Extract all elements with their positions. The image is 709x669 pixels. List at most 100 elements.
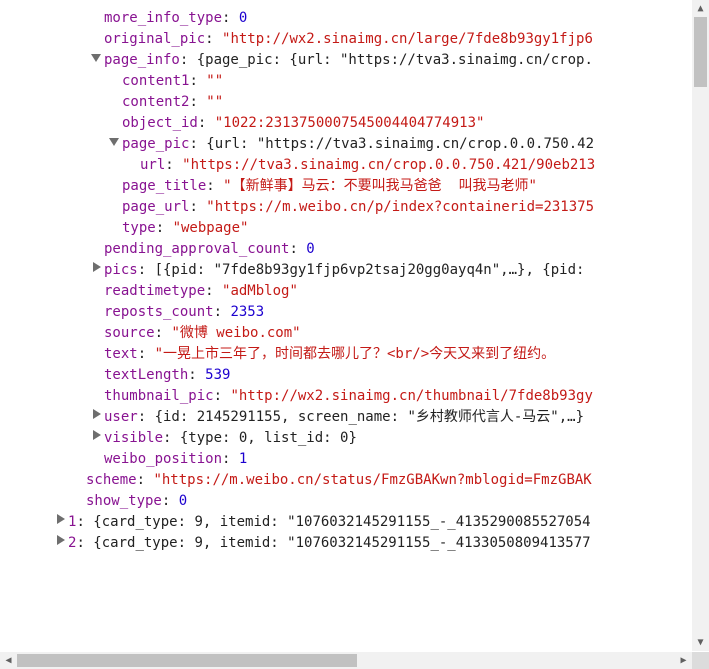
json-value: 0	[306, 241, 314, 257]
json-key: page_info	[104, 52, 180, 68]
colon: :	[137, 472, 154, 488]
colon: :	[214, 388, 231, 404]
json-value: [{pid: "7fde8b93gy1fjp6vp2tsaj20gg0ayq4n…	[155, 262, 585, 278]
json-row[interactable]: pics: [{pid: "7fde8b93gy1fjp6vp2tsaj20gg…	[0, 260, 692, 281]
colon: :	[214, 304, 231, 320]
scroll-right-icon[interactable]: ▶	[675, 652, 692, 669]
json-value: "【新鲜事】马云：不要叫我马爸爸 叫我马老师"	[223, 178, 537, 194]
json-value: {id: 2145291155, screen_name: "乡村教师代言人-马…	[155, 409, 584, 425]
colon: :	[189, 73, 206, 89]
json-key: readtimetype	[104, 283, 205, 299]
json-key: source	[104, 325, 155, 341]
colon: :	[163, 430, 180, 446]
json-row: url: "https://tva3.sinaimg.cn/crop.0.0.7…	[0, 155, 692, 176]
json-row: weibo_position: 1	[0, 449, 692, 470]
json-value: ""	[206, 73, 223, 89]
json-key: pics	[104, 262, 138, 278]
json-value: "微博 weibo.com"	[171, 325, 300, 341]
json-row[interactable]: 2: {card_type: 9, itemid: "1076032145291…	[0, 533, 692, 554]
json-value: 1	[239, 451, 247, 467]
horizontal-scroll-thumb[interactable]	[17, 654, 357, 667]
scroll-down-icon[interactable]: ▼	[692, 634, 709, 651]
colon: :	[205, 283, 222, 299]
json-key: reposts_count	[104, 304, 214, 320]
scroll-left-icon[interactable]: ◀	[0, 652, 17, 669]
json-value: {page_pic: {url: "https://tva3.sinaimg.c…	[197, 52, 593, 68]
disclosure-closed-icon[interactable]	[54, 536, 66, 548]
disclosure-open-icon[interactable]	[90, 53, 102, 65]
colon: :	[165, 157, 182, 173]
colon: :	[162, 493, 179, 509]
json-value: {card_type: 9, itemid: "1076032145291155…	[93, 514, 590, 530]
disclosure-closed-icon[interactable]	[90, 410, 102, 422]
json-value: {url: "https://tva3.sinaimg.cn/crop.0.0.…	[206, 136, 594, 152]
json-key: thumbnail_pic	[104, 388, 214, 404]
disclosure-closed-icon[interactable]	[90, 263, 102, 275]
scroll-up-icon[interactable]: ▲	[692, 0, 709, 17]
json-value: "webpage"	[173, 220, 249, 236]
json-row: page_url: "https://m.weibo.cn/p/index?co…	[0, 197, 692, 218]
json-row: page_title: "【新鲜事】马云：不要叫我马爸爸 叫我马老师"	[0, 176, 692, 197]
json-key: page_pic	[122, 136, 189, 152]
json-key: url	[140, 157, 165, 173]
json-row: type: "webpage"	[0, 218, 692, 239]
colon: :	[155, 325, 172, 341]
colon: :	[222, 451, 239, 467]
scroll-corner	[692, 652, 709, 669]
json-row[interactable]: user: {id: 2145291155, screen_name: "乡村教…	[0, 407, 692, 428]
colon: :	[189, 94, 206, 110]
json-row: content1: ""	[0, 71, 692, 92]
json-value: 2353	[230, 304, 264, 320]
json-value: 0	[239, 10, 247, 26]
disclosure-closed-icon[interactable]	[90, 431, 102, 443]
json-row: thumbnail_pic: "http://wx2.sinaimg.cn/th…	[0, 386, 692, 407]
json-value: "一晃上市三年了，时间都去哪儿了？<br/>今天又来到了纽约。	[155, 346, 556, 362]
json-row[interactable]: 1: {card_type: 9, itemid: "1076032145291…	[0, 512, 692, 533]
json-key: content2	[122, 94, 189, 110]
json-row: show_type: 0	[0, 491, 692, 512]
horizontal-scrollbar[interactable]: ◀ ▶	[0, 652, 692, 669]
json-value: {card_type: 9, itemid: "1076032145291155…	[93, 535, 590, 551]
colon: :	[189, 136, 206, 152]
json-row: text: "一晃上市三年了，时间都去哪儿了？<br/>今天又来到了纽约。	[0, 344, 692, 365]
json-value: "http://wx2.sinaimg.cn/large/7fde8b93gy1…	[222, 31, 593, 47]
json-value: {type: 0, list_id: 0}	[180, 430, 357, 446]
json-key: mid	[104, 1, 129, 5]
json-row[interactable]: page_info: {page_pic: {url: "https://tva…	[0, 50, 692, 71]
colon: :	[156, 220, 173, 236]
json-tree[interactable]: mid: "4153803978758639"more_info_type: 0…	[0, 1, 692, 651]
json-key: scheme	[86, 472, 137, 488]
json-row: reposts_count: 2353	[0, 302, 692, 323]
json-row: mid: "4153803978758639"	[0, 1, 692, 8]
devtools-json-viewer: mid: "4153803978758639"more_info_type: 0…	[0, 0, 709, 669]
vertical-scrollbar[interactable]: ▲ ▼	[692, 0, 709, 651]
json-key: page_url	[122, 199, 189, 215]
disclosure-open-icon[interactable]	[108, 137, 120, 149]
colon: :	[289, 241, 306, 257]
json-value: "https://m.weibo.cn/status/FmzGBAKwn?mbl…	[153, 472, 591, 488]
disclosure-closed-icon[interactable]	[54, 515, 66, 527]
json-row: source: "微博 weibo.com"	[0, 323, 692, 344]
json-key: textLength	[104, 367, 188, 383]
json-value: ""	[206, 94, 223, 110]
json-value: "https://m.weibo.cn/p/index?containerid=…	[206, 199, 594, 215]
vertical-scroll-thumb[interactable]	[694, 17, 707, 87]
json-row: pending_approval_count: 0	[0, 239, 692, 260]
colon: :	[76, 514, 93, 530]
json-row[interactable]: visible: {type: 0, list_id: 0}	[0, 428, 692, 449]
json-row[interactable]: page_pic: {url: "https://tva3.sinaimg.cn…	[0, 134, 692, 155]
json-value: 539	[205, 367, 230, 383]
colon: :	[138, 346, 155, 362]
json-value: "1022:2313750007545004404774913"	[215, 115, 485, 131]
json-key: visible	[104, 430, 163, 446]
json-row: content2: ""	[0, 92, 692, 113]
colon: :	[138, 409, 155, 425]
json-value: "https://tva3.sinaimg.cn/crop.0.0.750.42…	[182, 157, 595, 173]
json-key: type	[122, 220, 156, 236]
json-row: object_id: "1022:23137500075450044047749…	[0, 113, 692, 134]
colon: :	[188, 367, 205, 383]
json-value: "adMblog"	[222, 283, 298, 299]
json-value: "http://wx2.sinaimg.cn/thumbnail/7fde8b9…	[230, 388, 592, 404]
json-row: scheme: "https://m.weibo.cn/status/FmzGB…	[0, 470, 692, 491]
colon: :	[76, 535, 93, 551]
